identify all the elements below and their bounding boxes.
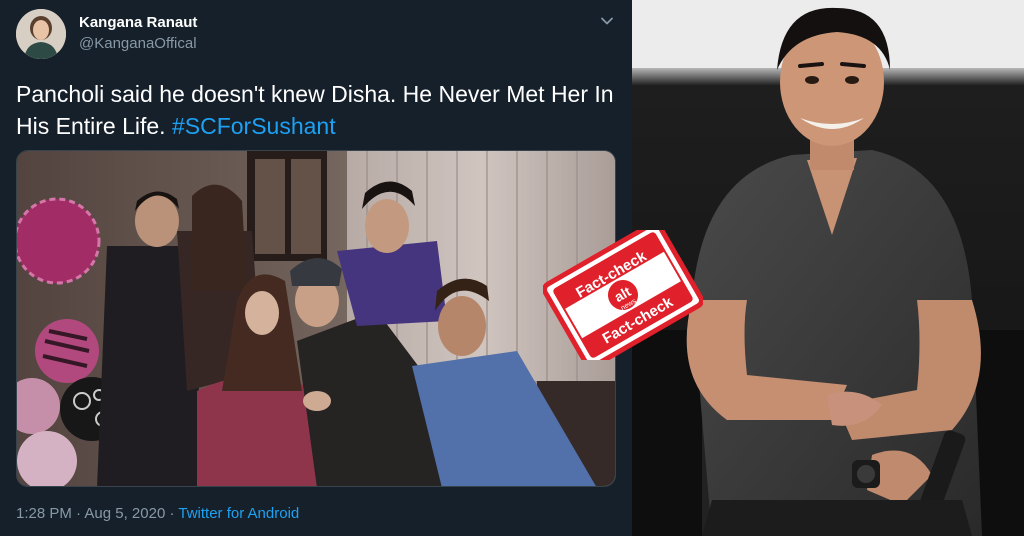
meta-separator: · (165, 505, 179, 522)
author-handle[interactable]: @KanganaOffical (79, 35, 197, 52)
tweet-menu-button[interactable] (598, 12, 616, 30)
tweet-time[interactable]: 1:28 PM (16, 505, 72, 522)
hashtag-link[interactable]: #SCForSushant (172, 113, 336, 139)
tweet-meta: 1:28 PM · Aug 5, 2020 · Twitter for Andr… (16, 505, 299, 522)
group-photo (17, 151, 615, 486)
fact-check-stamp-icon: Fact-check alt news Fact-check (542, 220, 704, 370)
meta-separator: · (71, 505, 85, 522)
fact-check-stamp: Fact-check alt news Fact-check (542, 220, 704, 370)
author-avatar[interactable] (16, 9, 66, 59)
avatar-photo (16, 9, 66, 59)
chevron-down-icon (601, 17, 613, 25)
tweet-card: Kangana Ranaut @KanganaOffical Pancholi … (0, 0, 632, 536)
tweet-photo[interactable] (16, 150, 616, 487)
tweet-date[interactable]: Aug 5, 2020 (84, 505, 165, 522)
tweet-text: Pancholi said he doesn't knew Disha. He … (16, 78, 616, 142)
author-name[interactable]: Kangana Ranaut (79, 14, 197, 31)
tweet-source-link[interactable]: Twitter for Android (178, 505, 299, 522)
